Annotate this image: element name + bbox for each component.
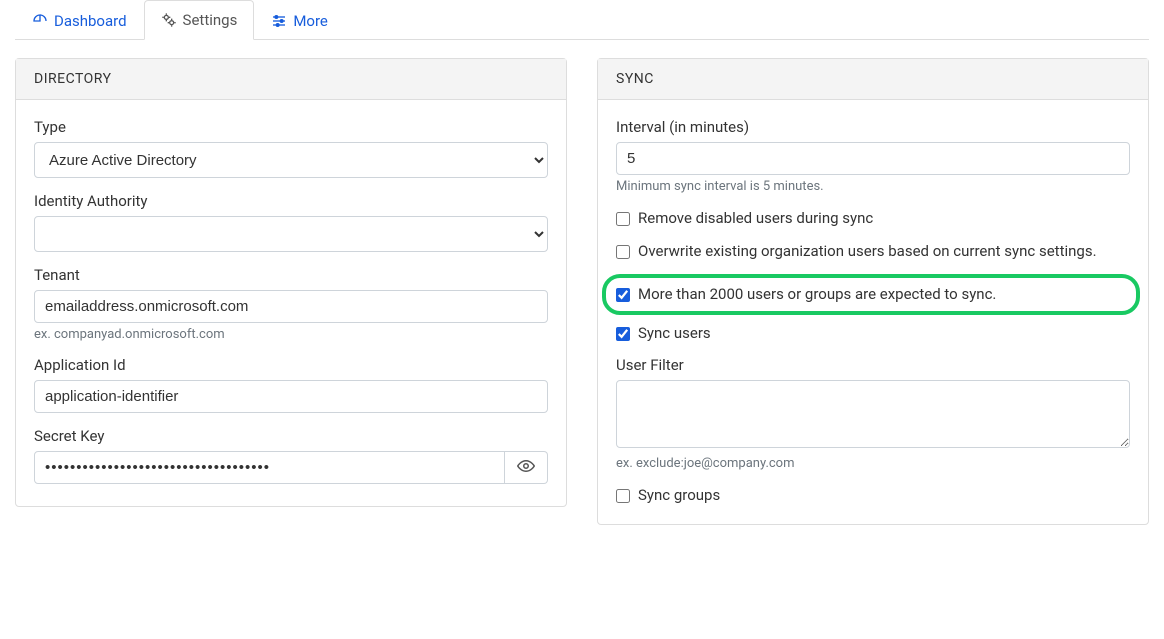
- large-sync-label[interactable]: More than 2000 users or groups are expec…: [638, 284, 996, 305]
- identity-authority-label: Identity Authority: [34, 192, 548, 210]
- user-filter-textarea[interactable]: [616, 380, 1130, 448]
- secret-key-input[interactable]: [34, 451, 505, 484]
- overwrite-label[interactable]: Overwrite existing organization users ba…: [638, 241, 1097, 262]
- tab-settings-label: Settings: [183, 11, 238, 29]
- tenant-help: ex. companyad.onmicrosoft.com: [34, 327, 548, 342]
- sync-header: SYNC: [598, 59, 1148, 100]
- tab-more-label: More: [293, 12, 328, 30]
- user-filter-label: User Filter: [616, 356, 1130, 374]
- user-filter-help: ex. exclude:joe@company.com: [616, 456, 1130, 471]
- toggle-visibility-button[interactable]: [505, 451, 548, 484]
- tab-dashboard[interactable]: Dashboard: [15, 0, 144, 40]
- sync-groups-label[interactable]: Sync groups: [638, 485, 720, 506]
- secret-key-label: Secret Key: [34, 427, 548, 445]
- sync-card: SYNC Interval (in minutes) Minimum sync …: [597, 58, 1149, 525]
- directory-card: DIRECTORY Type Azure Active Directory Id…: [15, 58, 567, 507]
- remove-disabled-label[interactable]: Remove disabled users during sync: [638, 208, 873, 229]
- sync-groups-checkbox[interactable]: [616, 489, 630, 503]
- tab-dashboard-label: Dashboard: [54, 12, 127, 30]
- interval-input[interactable]: [616, 142, 1130, 175]
- remove-disabled-checkbox[interactable]: [616, 212, 630, 226]
- directory-header: DIRECTORY: [16, 59, 566, 100]
- type-select[interactable]: Azure Active Directory: [34, 142, 548, 178]
- application-id-label: Application Id: [34, 356, 548, 374]
- interval-help: Minimum sync interval is 5 minutes.: [616, 179, 1130, 194]
- large-sync-checkbox[interactable]: [616, 288, 630, 302]
- gear-icon: [161, 12, 177, 28]
- sliders-icon: [271, 13, 287, 29]
- dashboard-icon: [32, 13, 48, 29]
- sync-users-label[interactable]: Sync users: [638, 323, 711, 344]
- tabs-nav: Dashboard Settings More: [15, 0, 1149, 40]
- interval-label: Interval (in minutes): [616, 118, 1130, 136]
- large-sync-highlight: More than 2000 users or groups are expec…: [602, 274, 1140, 315]
- tab-settings[interactable]: Settings: [144, 0, 255, 40]
- eye-icon: [517, 457, 535, 479]
- tenant-input[interactable]: [34, 290, 548, 323]
- overwrite-checkbox[interactable]: [616, 245, 630, 259]
- sync-users-checkbox[interactable]: [616, 327, 630, 341]
- application-id-input[interactable]: [34, 380, 548, 413]
- tenant-label: Tenant: [34, 266, 548, 284]
- tab-more[interactable]: More: [254, 0, 345, 40]
- type-label: Type: [34, 118, 548, 136]
- identity-authority-select[interactable]: [34, 216, 548, 252]
